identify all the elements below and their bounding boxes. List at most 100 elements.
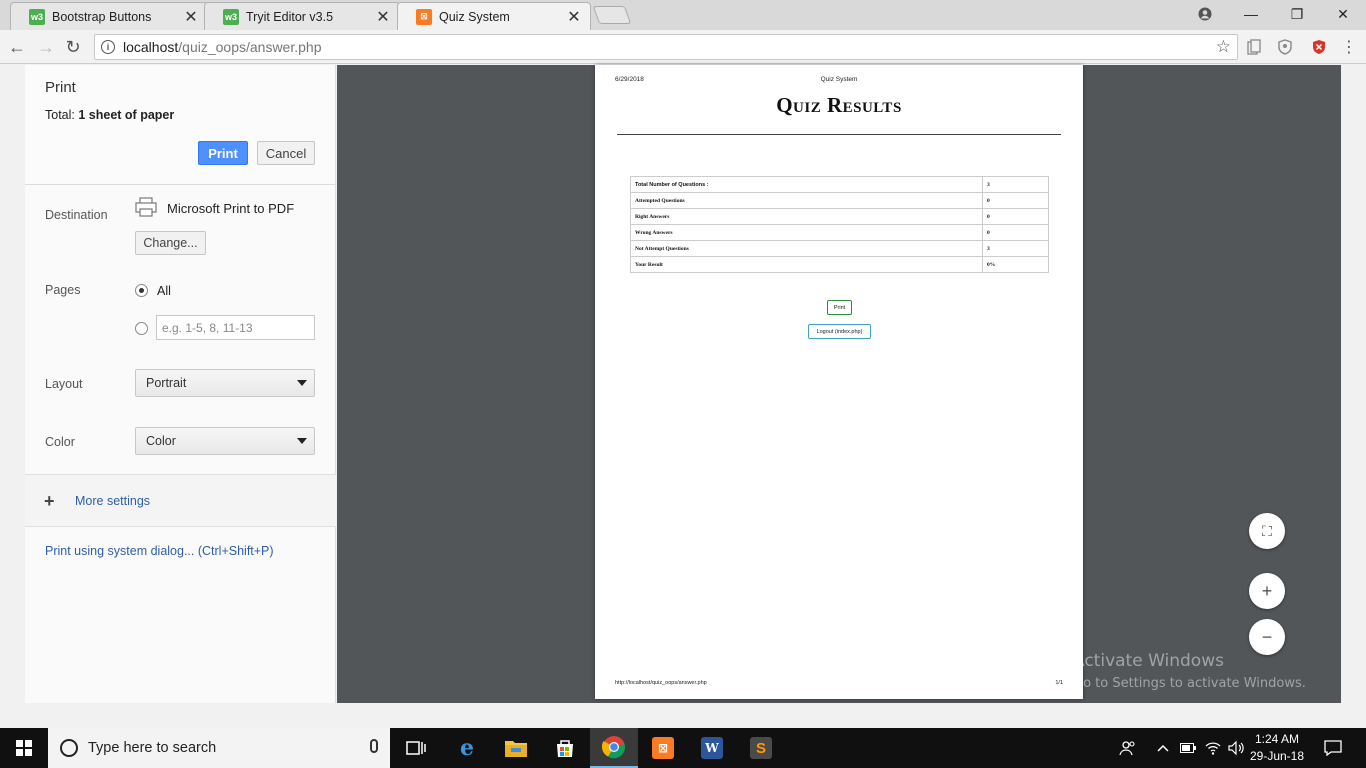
zoom-in-button[interactable]: +: [1249, 573, 1285, 609]
page-logout-button: Logout (index.php): [808, 324, 871, 339]
result-value: 0: [982, 208, 1049, 225]
page-heading: Quiz Results: [776, 93, 902, 117]
watermark-line2: Go to Settings to activate Windows.: [1073, 676, 1306, 691]
battery-icon[interactable]: [1180, 728, 1196, 768]
table-row: Your Result 0%: [630, 256, 1049, 273]
microphone-icon[interactable]: [370, 739, 378, 753]
reload-button[interactable]: ↻: [62, 36, 84, 58]
total-sheets: Total: 1 sheet of paper: [45, 108, 174, 122]
tab-label: Tryit Editor v3.5: [246, 9, 334, 24]
word-glyph: W: [701, 737, 723, 759]
browser-toolbar: ← → ↻ i localhost/quiz_oops/answer.php ☆…: [0, 30, 1366, 64]
print-header: Print Total: 1 sheet of paper Print Canc…: [25, 65, 335, 185]
result-value: 0: [982, 192, 1049, 209]
start-button[interactable]: [0, 728, 48, 768]
action-center-icon[interactable]: [1324, 728, 1342, 768]
volume-icon[interactable]: [1228, 728, 1246, 768]
printer-icon: [135, 197, 157, 217]
close-icon[interactable]: ✕: [183, 7, 199, 27]
w3schools-icon: w3: [223, 8, 239, 25]
wifi-icon[interactable]: [1205, 728, 1221, 768]
info-icon[interactable]: i: [101, 40, 115, 54]
layout-value: Portrait: [146, 376, 187, 390]
system-dialog-link[interactable]: Print using system dialog... (Ctrl+Shift…: [45, 544, 274, 558]
profile-icon[interactable]: [1182, 0, 1228, 28]
table-row: Wrong Answers 0: [630, 224, 1049, 241]
sublime-text-icon[interactable]: S: [737, 728, 785, 768]
fit-to-page-icon[interactable]: ⛶: [1249, 513, 1285, 549]
bookmark-star-icon[interactable]: ☆: [1216, 37, 1231, 57]
result-label: Attempted Questions: [630, 192, 983, 209]
pages-range-input[interactable]: [156, 315, 315, 340]
result-label: Right Answers: [630, 208, 983, 225]
print-button[interactable]: Print: [198, 141, 248, 165]
close-window-button[interactable]: ✕: [1320, 0, 1366, 28]
page-print-button: Print: [827, 300, 852, 315]
close-icon[interactable]: ✕: [566, 7, 582, 27]
color-label: Color: [45, 435, 75, 449]
zoom-out-button[interactable]: −: [1249, 619, 1285, 655]
watermark-line1: Activate Windows: [1073, 651, 1224, 671]
print-preview-area: 6/29/2018 Quiz System Quiz Results Total…: [337, 65, 1341, 703]
minimize-button[interactable]: —: [1228, 0, 1274, 28]
result-label: Total Number of Questions :: [630, 176, 983, 193]
task-view-icon[interactable]: [392, 728, 440, 768]
tab-tryit-editor[interactable]: w3 Tryit Editor v3.5 ✕: [204, 2, 400, 30]
taskbar-search[interactable]: Type here to search: [48, 728, 390, 768]
pages-all-radio[interactable]: [135, 284, 148, 297]
preview-page: 6/29/2018 Quiz System Quiz Results Total…: [595, 65, 1083, 699]
tab-quiz-system[interactable]: ⊠ Quiz System ✕: [397, 2, 591, 30]
result-value: 3: [982, 176, 1049, 193]
destination-value: Microsoft Print to PDF: [167, 201, 295, 216]
menu-icon[interactable]: ⋮: [1340, 38, 1358, 56]
result-value: 0%: [982, 256, 1049, 273]
back-button[interactable]: ←: [6, 36, 28, 58]
table-row: Attempted Questions 0: [630, 192, 1049, 209]
table-row: Total Number of Questions : 3: [630, 176, 1049, 193]
layout-select[interactable]: Portrait: [135, 369, 315, 397]
close-icon[interactable]: ✕: [375, 7, 391, 27]
more-settings-toggle[interactable]: + More settings: [25, 474, 336, 527]
print-title: Print: [45, 79, 76, 96]
extension-shield-icon[interactable]: [1276, 38, 1294, 56]
system-clock[interactable]: 1:24 AM 29-Jun-18: [1248, 731, 1306, 765]
result-value: 0: [982, 224, 1049, 241]
edge-icon[interactable]: e: [443, 728, 491, 768]
color-select[interactable]: Color: [135, 427, 315, 455]
cancel-button[interactable]: Cancel: [257, 141, 315, 165]
destination-label: Destination: [45, 208, 108, 222]
search-placeholder: Type here to search: [88, 740, 217, 756]
tab-bootstrap-buttons[interactable]: w3 Bootstrap Buttons ✕: [10, 2, 208, 30]
pages-custom-radio[interactable]: [135, 322, 148, 335]
right-margin: [1341, 65, 1366, 703]
new-tab-button[interactable]: [592, 6, 632, 24]
maximize-button[interactable]: ❐: [1274, 0, 1320, 28]
windows-logo-icon: [16, 740, 32, 756]
change-destination-button[interactable]: Change...: [135, 231, 206, 255]
store-icon[interactable]: [541, 728, 589, 768]
url-path: /quiz_oops/answer.php: [178, 39, 322, 55]
extension-red-shield-icon[interactable]: [1310, 38, 1328, 56]
color-value: Color: [146, 434, 176, 448]
clock-time: 1:24 AM: [1254, 732, 1300, 746]
heading-divider: [617, 134, 1061, 135]
chevron-up-icon[interactable]: [1157, 728, 1169, 768]
chrome-icon[interactable]: [590, 728, 638, 768]
address-bar[interactable]: i localhost/quiz_oops/answer.php ☆: [94, 34, 1238, 60]
page-header-title: Quiz System: [820, 76, 858, 83]
w3schools-icon: w3: [29, 8, 45, 25]
layout-label: Layout: [45, 377, 83, 391]
result-value: 3: [982, 240, 1049, 257]
people-icon[interactable]: [1119, 728, 1137, 768]
file-explorer-icon[interactable]: [492, 728, 540, 768]
extension-copy-icon[interactable]: [1245, 38, 1263, 56]
result-label: Wrong Answers: [630, 224, 983, 241]
tab-label: Bootstrap Buttons: [52, 9, 152, 24]
word-icon[interactable]: W: [688, 728, 736, 768]
forward-button[interactable]: →: [35, 36, 57, 58]
tab-strip: w3 Bootstrap Buttons ✕ w3 Tryit Editor v…: [0, 0, 1366, 30]
page-number: 1/1: [1055, 680, 1063, 686]
pages-label: Pages: [45, 283, 81, 297]
xampp-icon[interactable]: ⊠: [639, 728, 687, 768]
more-settings-label[interactable]: More settings: [75, 494, 150, 508]
